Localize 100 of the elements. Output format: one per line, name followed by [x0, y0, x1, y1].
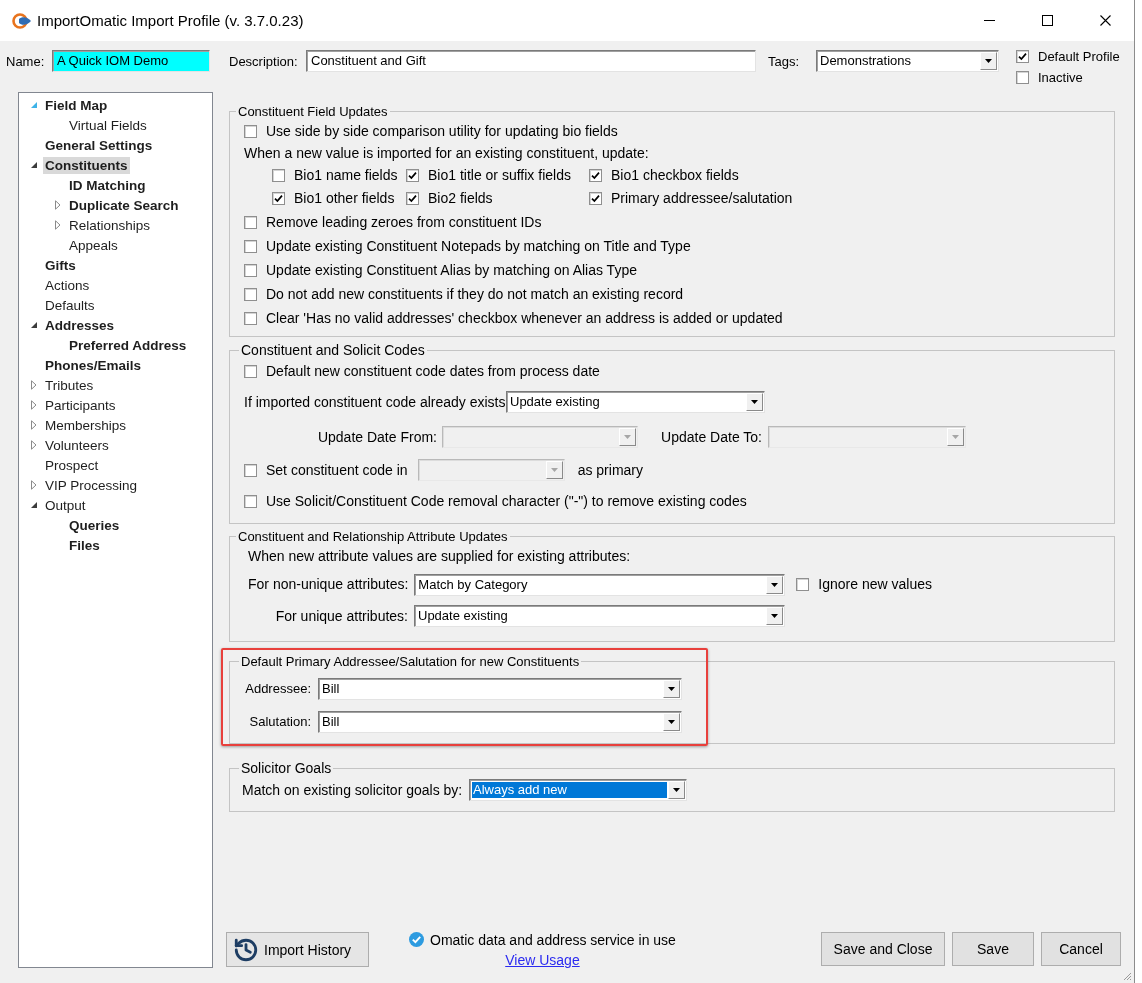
checkbox-label: Default new constituent code dates from process date [266, 362, 600, 380]
checkbox-label: Ignore new values [818, 576, 932, 593]
check-circle-icon [409, 932, 424, 947]
checkbox[interactable] [406, 168, 419, 182]
field-label: Update Date To: [661, 428, 762, 446]
checkbox[interactable] [1016, 50, 1029, 63]
field-label: Description: [229, 52, 298, 70]
checkbox[interactable] [272, 168, 285, 182]
close-icon[interactable] [1099, 15, 1111, 26]
checkbox[interactable] [589, 191, 602, 205]
dropdown[interactable]: Always add new [469, 779, 687, 801]
dropdown[interactable]: Update existing [506, 391, 765, 413]
caret-down-icon[interactable] [668, 781, 685, 799]
window-title: ImportOmatic Import Profile (v. 3.7.0.23) [37, 12, 304, 29]
checkbox-label: Bio1 name fields [294, 166, 398, 184]
dropdown[interactable]: Match by Category [414, 573, 786, 596]
checkbox[interactable] [244, 463, 257, 477]
tree-item[interactable]: Duplicate Search [67, 196, 181, 214]
checkbox-label: Clear 'Has no valid addresses' checkbox whenever an address is added or updated [266, 309, 783, 327]
maximize-icon[interactable] [1041, 15, 1053, 26]
description-field[interactable]: Constituent and Gift [306, 50, 756, 72]
tree-item[interactable]: Participants [43, 396, 118, 414]
checkbox-label: Primary addressee/salutation [611, 189, 793, 207]
tree-item[interactable]: Output [43, 496, 88, 514]
field-label: Addressee: [245, 680, 311, 697]
field-label: Update Date From: [317, 428, 437, 446]
checkbox[interactable] [244, 215, 257, 229]
name-field[interactable]: A Quick IOM Demo [52, 50, 210, 72]
checkbox-label: Use Solicit/Constituent Code removal character ("-") to remove existing codes [266, 492, 747, 510]
dropdown[interactable]: Update existing [414, 605, 785, 627]
tree-item[interactable]: Memberships [43, 416, 129, 434]
dropdown[interactable]: Demonstrations [816, 50, 999, 72]
checkbox-label: Bio1 other fields [294, 189, 395, 207]
caret-down-icon[interactable] [766, 575, 784, 594]
caret-down-icon[interactable] [663, 712, 680, 731]
field-label: Match on existing solicitor goals by: [242, 781, 463, 799]
caret-right-icon[interactable] [31, 440, 37, 450]
caret-right-icon[interactable] [55, 200, 61, 210]
checkbox-label: Default Profile [1038, 48, 1120, 65]
caret-right-icon[interactable] [31, 420, 37, 430]
tree-item[interactable]: Field Map [43, 96, 110, 114]
view-usage-link[interactable]: View Usage [505, 952, 580, 968]
tree-item[interactable]: ID Matching [67, 176, 148, 194]
dialog-button[interactable]: Save and Close [821, 932, 945, 966]
checkbox-label: Use side by side comparison utility for updating bio fields [266, 122, 618, 140]
tree-item[interactable]: Actions [43, 276, 92, 294]
import-history-button[interactable]: Import History [226, 932, 369, 967]
resize-grip-icon[interactable] [1121, 970, 1132, 981]
tree-item[interactable]: Files [67, 536, 102, 554]
field-label: If imported constituent code already exists [244, 393, 506, 411]
tree-item[interactable]: General Settings [43, 136, 155, 154]
checkbox[interactable] [589, 168, 602, 182]
checkbox[interactable] [244, 364, 257, 378]
tree-item[interactable]: Volunteers [43, 436, 111, 454]
tree-item[interactable]: Tributes [43, 376, 96, 394]
tree-item[interactable]: Appeals [67, 236, 120, 254]
tree-item[interactable]: Queries [67, 516, 122, 534]
instruction-text: When new attribute values are supplied for existing attributes: [248, 547, 631, 565]
caret-right-icon[interactable] [31, 380, 37, 390]
checkbox[interactable] [244, 311, 257, 325]
dialog-button[interactable]: Cancel [1041, 932, 1121, 966]
checkbox[interactable] [244, 124, 257, 138]
dialog-button[interactable]: Save [952, 932, 1034, 966]
tree-item[interactable]: Virtual Fields [67, 116, 149, 134]
group-title: Constituent Field Updates [237, 104, 389, 119]
checkbox[interactable] [796, 578, 810, 591]
tree-item[interactable]: Relationships [67, 216, 153, 234]
tree-item[interactable]: Constituents [43, 156, 130, 174]
tree-item[interactable]: Addresses [43, 316, 117, 334]
field-label: For unique attributes: [275, 607, 408, 625]
tree-item[interactable]: Prospect [43, 456, 101, 474]
checkbox[interactable] [244, 263, 257, 277]
dropdown[interactable]: Bill [318, 677, 682, 700]
caret-down-icon[interactable] [663, 679, 680, 698]
caret-right-icon[interactable] [31, 400, 37, 410]
checkbox[interactable] [244, 287, 257, 301]
checkbox-label: Do not add new constituents if they do not match an existing record [266, 285, 684, 303]
tree-item[interactable]: Preferred Address [67, 336, 189, 354]
tree-item[interactable]: VIP Processing [43, 476, 140, 494]
caret-right-icon[interactable] [31, 480, 37, 490]
tree-item[interactable]: Defaults [43, 296, 97, 314]
tree-item[interactable]: Phones/Emails [43, 356, 144, 374]
caret-down-icon[interactable] [31, 322, 37, 328]
checkbox-label: Update existing Constituent Notepads by matching on Title and Type [266, 237, 691, 255]
checkbox[interactable] [272, 191, 285, 205]
tree-item[interactable]: Gifts [43, 256, 78, 274]
caret-down-icon[interactable] [980, 52, 997, 70]
field-label: as primary [577, 461, 643, 479]
dropdown[interactable]: Bill [318, 710, 682, 733]
checkbox[interactable] [406, 191, 419, 205]
caret-down-icon[interactable] [31, 162, 37, 168]
checkbox[interactable] [1016, 71, 1029, 84]
caret-right-icon[interactable] [55, 220, 61, 230]
caret-down-icon[interactable] [31, 502, 37, 508]
field-label: For non-unique attributes: [248, 576, 409, 593]
checkbox-label: Bio1 checkbox fields [611, 166, 739, 184]
caret-down-icon[interactable] [766, 607, 783, 625]
caret-down-icon[interactable] [746, 393, 763, 411]
checkbox[interactable] [244, 239, 257, 253]
checkbox[interactable] [244, 494, 257, 508]
